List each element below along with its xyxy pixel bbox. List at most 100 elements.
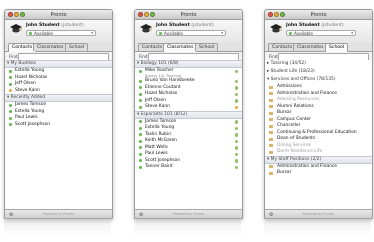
contact-list: ▾ Biology 101 (6/8) Mike Teacher Biology 1… <box>135 60 242 210</box>
list-item[interactable]: Dorm Residence Life <box>265 149 372 156</box>
list-item[interactable]: Tanner Baird <box>135 164 242 171</box>
presence-dot-icon <box>9 89 13 93</box>
item-name: Campus Center <box>277 116 312 122</box>
item-name: Dining Services <box>277 142 312 148</box>
presence-dot-icon <box>139 165 143 169</box>
group-header[interactable]: ▸ Student Life (18/23) <box>265 68 372 76</box>
group-header[interactable]: ▸ Tutoring (34/52) <box>265 60 372 68</box>
group-header[interactable]: ▾ Esperanto 101 (8/12) <box>135 110 242 119</box>
tab-school[interactable]: School <box>325 43 349 52</box>
item-name: Tanner Baird <box>145 164 173 169</box>
group-header[interactable]: ▾ My Buddies <box>5 60 112 68</box>
item-name: Alumni Relations <box>277 103 314 109</box>
item-name: Paul Lewis <box>145 151 168 156</box>
title-bar[interactable]: Pronto <box>265 10 372 20</box>
folder-icon <box>269 150 273 154</box>
folder-icon <box>269 118 273 121</box>
folder-icon <box>269 137 273 141</box>
item-name: Administration and Finance <box>277 90 337 96</box>
item-name: Paul Lewis <box>15 115 38 120</box>
title-bar[interactable]: Pronto <box>135 10 242 20</box>
tab-classmates[interactable]: Classmates <box>33 43 68 51</box>
group-header[interactable]: ▾ Recently Added <box>5 94 112 102</box>
camera-icon[interactable] <box>234 99 238 103</box>
list-item[interactable]: Steve Kann <box>5 88 112 95</box>
away-icon[interactable] <box>234 105 238 109</box>
item-name: James Tomson <box>15 102 47 107</box>
presence-dot-icon <box>139 152 143 156</box>
presence-dot-icon <box>139 86 143 90</box>
status-label: Available <box>34 31 53 36</box>
folder-icon <box>269 131 273 134</box>
list-item[interactable]: Steve Kann <box>135 104 242 111</box>
item-name: Bursar <box>277 110 292 115</box>
window-title: Pronto <box>180 11 197 18</box>
camera-icon[interactable] <box>234 126 238 130</box>
status-dot-icon <box>29 32 32 35</box>
bottom-bar: ⚙ Powered by Pronto <box>265 209 372 218</box>
camera-icon[interactable] <box>234 92 238 96</box>
camera-icon[interactable] <box>234 146 238 150</box>
folder-icon <box>269 165 273 168</box>
item-name: Advising Resources <box>277 97 320 102</box>
contact-list: ▾ My Buddies Estella Young Hazel Nicholas J… <box>5 60 112 210</box>
item-name: Chancellor <box>277 123 301 128</box>
camera-icon[interactable] <box>234 159 238 163</box>
item-name: Dean of Students <box>277 136 316 141</box>
tab-school[interactable]: School <box>195 43 219 51</box>
chevron-down-icon: ▾ <box>351 31 353 35</box>
tab-classmates[interactable]: Classmates <box>163 43 198 52</box>
presence-dot-icon <box>9 69 13 73</box>
list-item[interactable]: Scott Josephson <box>5 122 112 129</box>
item-name: Bursar <box>277 170 292 175</box>
presence-dot-icon <box>139 92 143 96</box>
tab-bar: Contacts Classmates School <box>265 43 372 52</box>
window-reflection <box>264 218 371 238</box>
folder-icon <box>269 124 273 128</box>
camera-icon[interactable] <box>234 79 238 83</box>
group-header[interactable]: ▾ Services and Offices (78/135) <box>265 76 372 84</box>
graduation-cap-icon <box>139 23 153 35</box>
item-name: Dorm Residence Life <box>277 149 323 154</box>
user-display-name: John Student <box>26 23 60 28</box>
item-name: Estella Young <box>15 108 45 114</box>
item-name: Jeff Olsen <box>15 81 36 86</box>
graduation-cap-icon <box>269 23 283 35</box>
tab-school[interactable]: School <box>65 43 89 51</box>
presence-dot-icon <box>139 133 143 137</box>
list-item[interactable]: Mike Teacher Biology 101 Teaching <box>135 68 242 78</box>
tab-bar: Contacts Classmates School <box>135 43 242 52</box>
camera-icon[interactable] <box>234 133 238 137</box>
pronto-window-school: Pronto John Student (jstudent) Available ▾ C… <box>264 9 373 219</box>
camera-icon[interactable] <box>234 152 238 156</box>
status-dropdown[interactable]: Available ▾ <box>286 30 356 36</box>
presence-dot-icon <box>9 76 13 80</box>
camera-icon[interactable] <box>234 120 238 124</box>
user-handle: (jstudent) <box>191 23 214 28</box>
group-header[interactable]: ▾ Biology 101 (6/8) <box>135 60 242 68</box>
camera-icon[interactable] <box>234 165 238 169</box>
item-name: Keith McGaren <box>145 138 177 143</box>
tab-classmates[interactable]: Classmates <box>293 43 328 51</box>
list-item[interactable]: Bursar <box>265 170 372 177</box>
title-bar[interactable]: Pronto <box>5 10 112 20</box>
item-name: James Tomson <box>145 118 177 124</box>
user-name: John Student (jstudent) <box>156 23 214 28</box>
presence-dot-icon <box>139 120 143 124</box>
camera-icon[interactable] <box>234 139 238 143</box>
bottom-bar-text: Powered by Pronto <box>302 211 335 216</box>
user-handle: (jstudent) <box>321 23 344 28</box>
camera-icon[interactable] <box>234 86 238 90</box>
tab-bar: Contacts Classmates School <box>5 43 112 52</box>
camera-icon[interactable] <box>234 69 238 73</box>
find-label: Find <box>269 53 278 59</box>
status-dropdown[interactable]: Available ▾ <box>156 30 226 36</box>
item-name: Estella Young <box>145 125 175 130</box>
item-name: Etienne Coutant <box>145 84 181 90</box>
user-header: John Student (jstudent) Available ▾ <box>5 20 112 43</box>
user-display-name: John Student <box>156 23 190 28</box>
group-header[interactable]: ▾ My Staff Positions (2/2) <box>265 155 372 164</box>
folder-icon <box>269 105 273 108</box>
folder-icon <box>269 144 273 147</box>
status-dropdown[interactable]: Available ▾ <box>26 30 96 36</box>
